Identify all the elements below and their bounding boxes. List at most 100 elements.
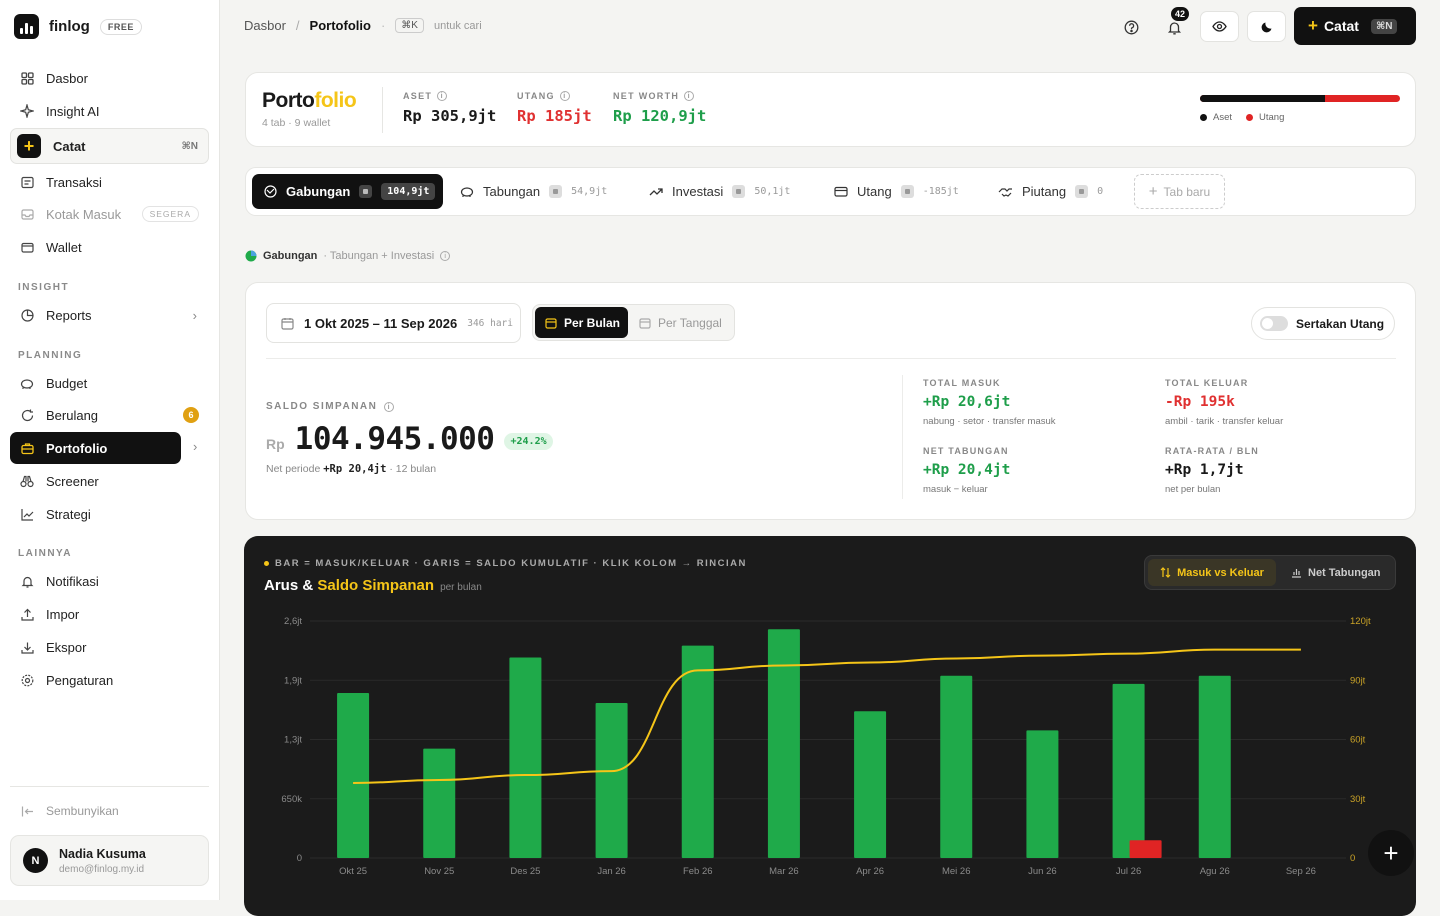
topbar: Dasbor / Portofolio · ⌘K untuk cari 42 +…: [220, 0, 1440, 52]
toggle-visibility-button[interactable]: [1200, 11, 1239, 42]
eye-icon: [1212, 21, 1227, 32]
x-tick-label: Nov 25: [424, 866, 454, 877]
plus-icon: +: [1308, 16, 1318, 35]
inbox-icon: [20, 207, 34, 221]
lock-icon: [732, 185, 746, 198]
plan-badge: FREE: [99, 18, 142, 35]
notifications-button[interactable]: 42: [1158, 5, 1191, 42]
brand[interactable]: finlog FREE: [14, 14, 142, 39]
info-icon: i: [684, 91, 695, 101]
coming-soon-badge: SEGERA: [141, 206, 199, 222]
piggy-bank-icon: [460, 187, 474, 197]
tab-piutang[interactable]: Piutang 0: [986, 174, 1103, 209]
tab-context-label: Gabungan · Tabungan + Investasi i: [245, 250, 451, 262]
sidebar-item-label: Transaksi: [46, 174, 102, 190]
hide-sidebar-button[interactable]: Sembunyikan: [10, 795, 209, 827]
aset-bar-fill: [1200, 95, 1325, 102]
theme-toggle-button[interactable]: [1247, 11, 1286, 42]
sidebar-item-wallet[interactable]: Wallet: [10, 231, 209, 263]
sidebar: finlog FREE Dasbor Insight AI + Catat ⌘N…: [0, 0, 220, 900]
bar-masuk: [940, 675, 973, 858]
divider: [902, 375, 903, 499]
section-planning: PLANNING: [18, 350, 83, 361]
sidebar-item-dasbor[interactable]: Dasbor: [10, 62, 209, 94]
breadcrumb: Dasbor / Portofolio · ⌘K untuk cari: [244, 18, 482, 33]
sidebar-item-reports[interactable]: Reports ›: [10, 299, 209, 331]
sidebar-item-catat[interactable]: + Catat ⌘N: [10, 128, 209, 164]
add-fab-button[interactable]: +: [1368, 830, 1414, 876]
saldo-card: 1 Okt 2025 – 11 Sep 2026 346 hari Per Bul…: [245, 282, 1416, 520]
cashflow-chart[interactable]: 0 650k 1,3jt 1,9jt 2,6jt 0 30jt 60jt 90jt 120jt Ok…: [244, 536, 1416, 900]
sidebar-divider: [10, 786, 209, 787]
tab-utang[interactable]: Utang -185jt: [822, 174, 959, 209]
receipt-icon: [20, 175, 34, 189]
help-button[interactable]: [1115, 12, 1147, 42]
sidebar-item-ekspor[interactable]: Ekspor: [10, 631, 209, 663]
finlog-logo-icon: [14, 14, 39, 39]
portfolio-summary-card: Portofolio 4 tab · 9 wallet ASET i Rp 305…: [245, 72, 1416, 147]
date-range-picker[interactable]: 1 Okt 2025 – 11 Sep 2026 346 hari: [266, 303, 521, 343]
include-debt-toggle[interactable]: Sertakan Utang: [1251, 307, 1395, 340]
tab-investasi[interactable]: Investasi 50,1jt: [637, 174, 790, 209]
user-profile-card[interactable]: N Nadia Kusuma demo@finlog.my.id: [10, 835, 209, 886]
sidebar-item-budget[interactable]: Budget: [10, 367, 209, 399]
lock-icon: [359, 185, 373, 198]
section-lainnya: LAINNYA: [18, 548, 73, 559]
metric-net-tabungan: NET TABUNGAN +Rp 20,4jt masuk − keluar: [923, 446, 1011, 495]
sidebar-item-label: Ekspor: [46, 639, 87, 655]
chevron-right-icon[interactable]: ›: [193, 439, 197, 454]
breadcrumb-root[interactable]: Dasbor: [244, 18, 286, 33]
bell-icon: [20, 574, 34, 588]
sidebar-item-kotak-masuk[interactable]: Kotak Masuk SEGERA: [10, 198, 209, 230]
sidebar-item-insight-ai[interactable]: Insight AI: [10, 95, 209, 127]
sidebar-item-pengaturan[interactable]: Pengaturan: [10, 664, 209, 696]
cashflow-chart-panel: BAR = MASUK/KELUAR · GARIS = SALDO KUMUL…: [244, 536, 1416, 916]
sidebar-item-notifikasi[interactable]: Notifikasi: [10, 565, 209, 597]
sidebar-item-impor[interactable]: Impor: [10, 598, 209, 630]
info-icon[interactable]: i: [440, 251, 451, 261]
bar-masuk: [1198, 675, 1231, 858]
page-title: Portofolio: [262, 89, 357, 112]
per-bulan-option[interactable]: Per Bulan: [535, 307, 628, 338]
x-tick-label: Jan 26: [597, 866, 626, 877]
sidebar-item-transaksi[interactable]: Transaksi: [10, 166, 209, 198]
y-right-tick-label: 60jt: [1350, 735, 1366, 746]
upload-icon: [20, 607, 34, 621]
tab-tabungan[interactable]: Tabungan 54,9jt: [448, 174, 607, 209]
stat-utang: UTANG i Rp 185jt: [517, 91, 592, 125]
tab-gabungan[interactable]: Gabungan 104,9jt: [252, 174, 443, 209]
catat-button-label: Catat: [1323, 18, 1359, 34]
sidebar-item-label: Wallet: [46, 239, 82, 255]
search-hint[interactable]: untuk cari: [434, 20, 482, 32]
catat-button[interactable]: + Catat ⌘N: [1294, 7, 1416, 45]
divider: [266, 358, 1396, 359]
shortcut-hint: ⌘N: [1370, 18, 1398, 34]
per-tanggal-option[interactable]: Per Tanggal: [639, 307, 722, 338]
new-tab-button[interactable]: + Tab baru: [1134, 174, 1225, 209]
portfolio-title-block: Portofolio 4 tab · 9 wallet: [262, 89, 357, 129]
toggle-switch[interactable]: [1260, 316, 1288, 331]
count-badge: 6: [183, 407, 199, 423]
sidebar-item-berulang[interactable]: Berulang 6: [10, 399, 209, 431]
sidebar-item-label: Dasbor: [46, 70, 88, 86]
sidebar-item-strategi[interactable]: Strategi: [10, 498, 209, 530]
search-shortcut[interactable]: ⌘K: [395, 18, 424, 33]
sidebar-item-label: Reports: [46, 307, 92, 323]
sidebar-item-label: Screener: [46, 473, 99, 489]
gear-icon: [20, 673, 34, 687]
user-email: demo@finlog.my.id: [59, 863, 144, 875]
y-left-tick-label: 1,9jt: [284, 675, 302, 686]
y-right-tick-label: 0: [1350, 853, 1355, 864]
lock-icon: [549, 185, 563, 198]
y-left-tick-label: 1,3jt: [284, 735, 302, 746]
x-tick-label: Des 25: [510, 866, 540, 877]
download-icon: [20, 640, 34, 654]
portfolio-subtitle: 4 tab · 9 wallet: [262, 117, 331, 129]
x-tick-label: Mar 26: [769, 866, 799, 877]
legend-dot: [1246, 114, 1254, 121]
sidebar-item-screener[interactable]: Screener: [10, 465, 209, 497]
sidebar-item-portofolio[interactable]: Portofolio: [10, 432, 181, 464]
y-right-tick-label: 90jt: [1350, 675, 1366, 686]
binoculars-icon: [20, 474, 34, 488]
bar-masuk: [509, 657, 542, 858]
